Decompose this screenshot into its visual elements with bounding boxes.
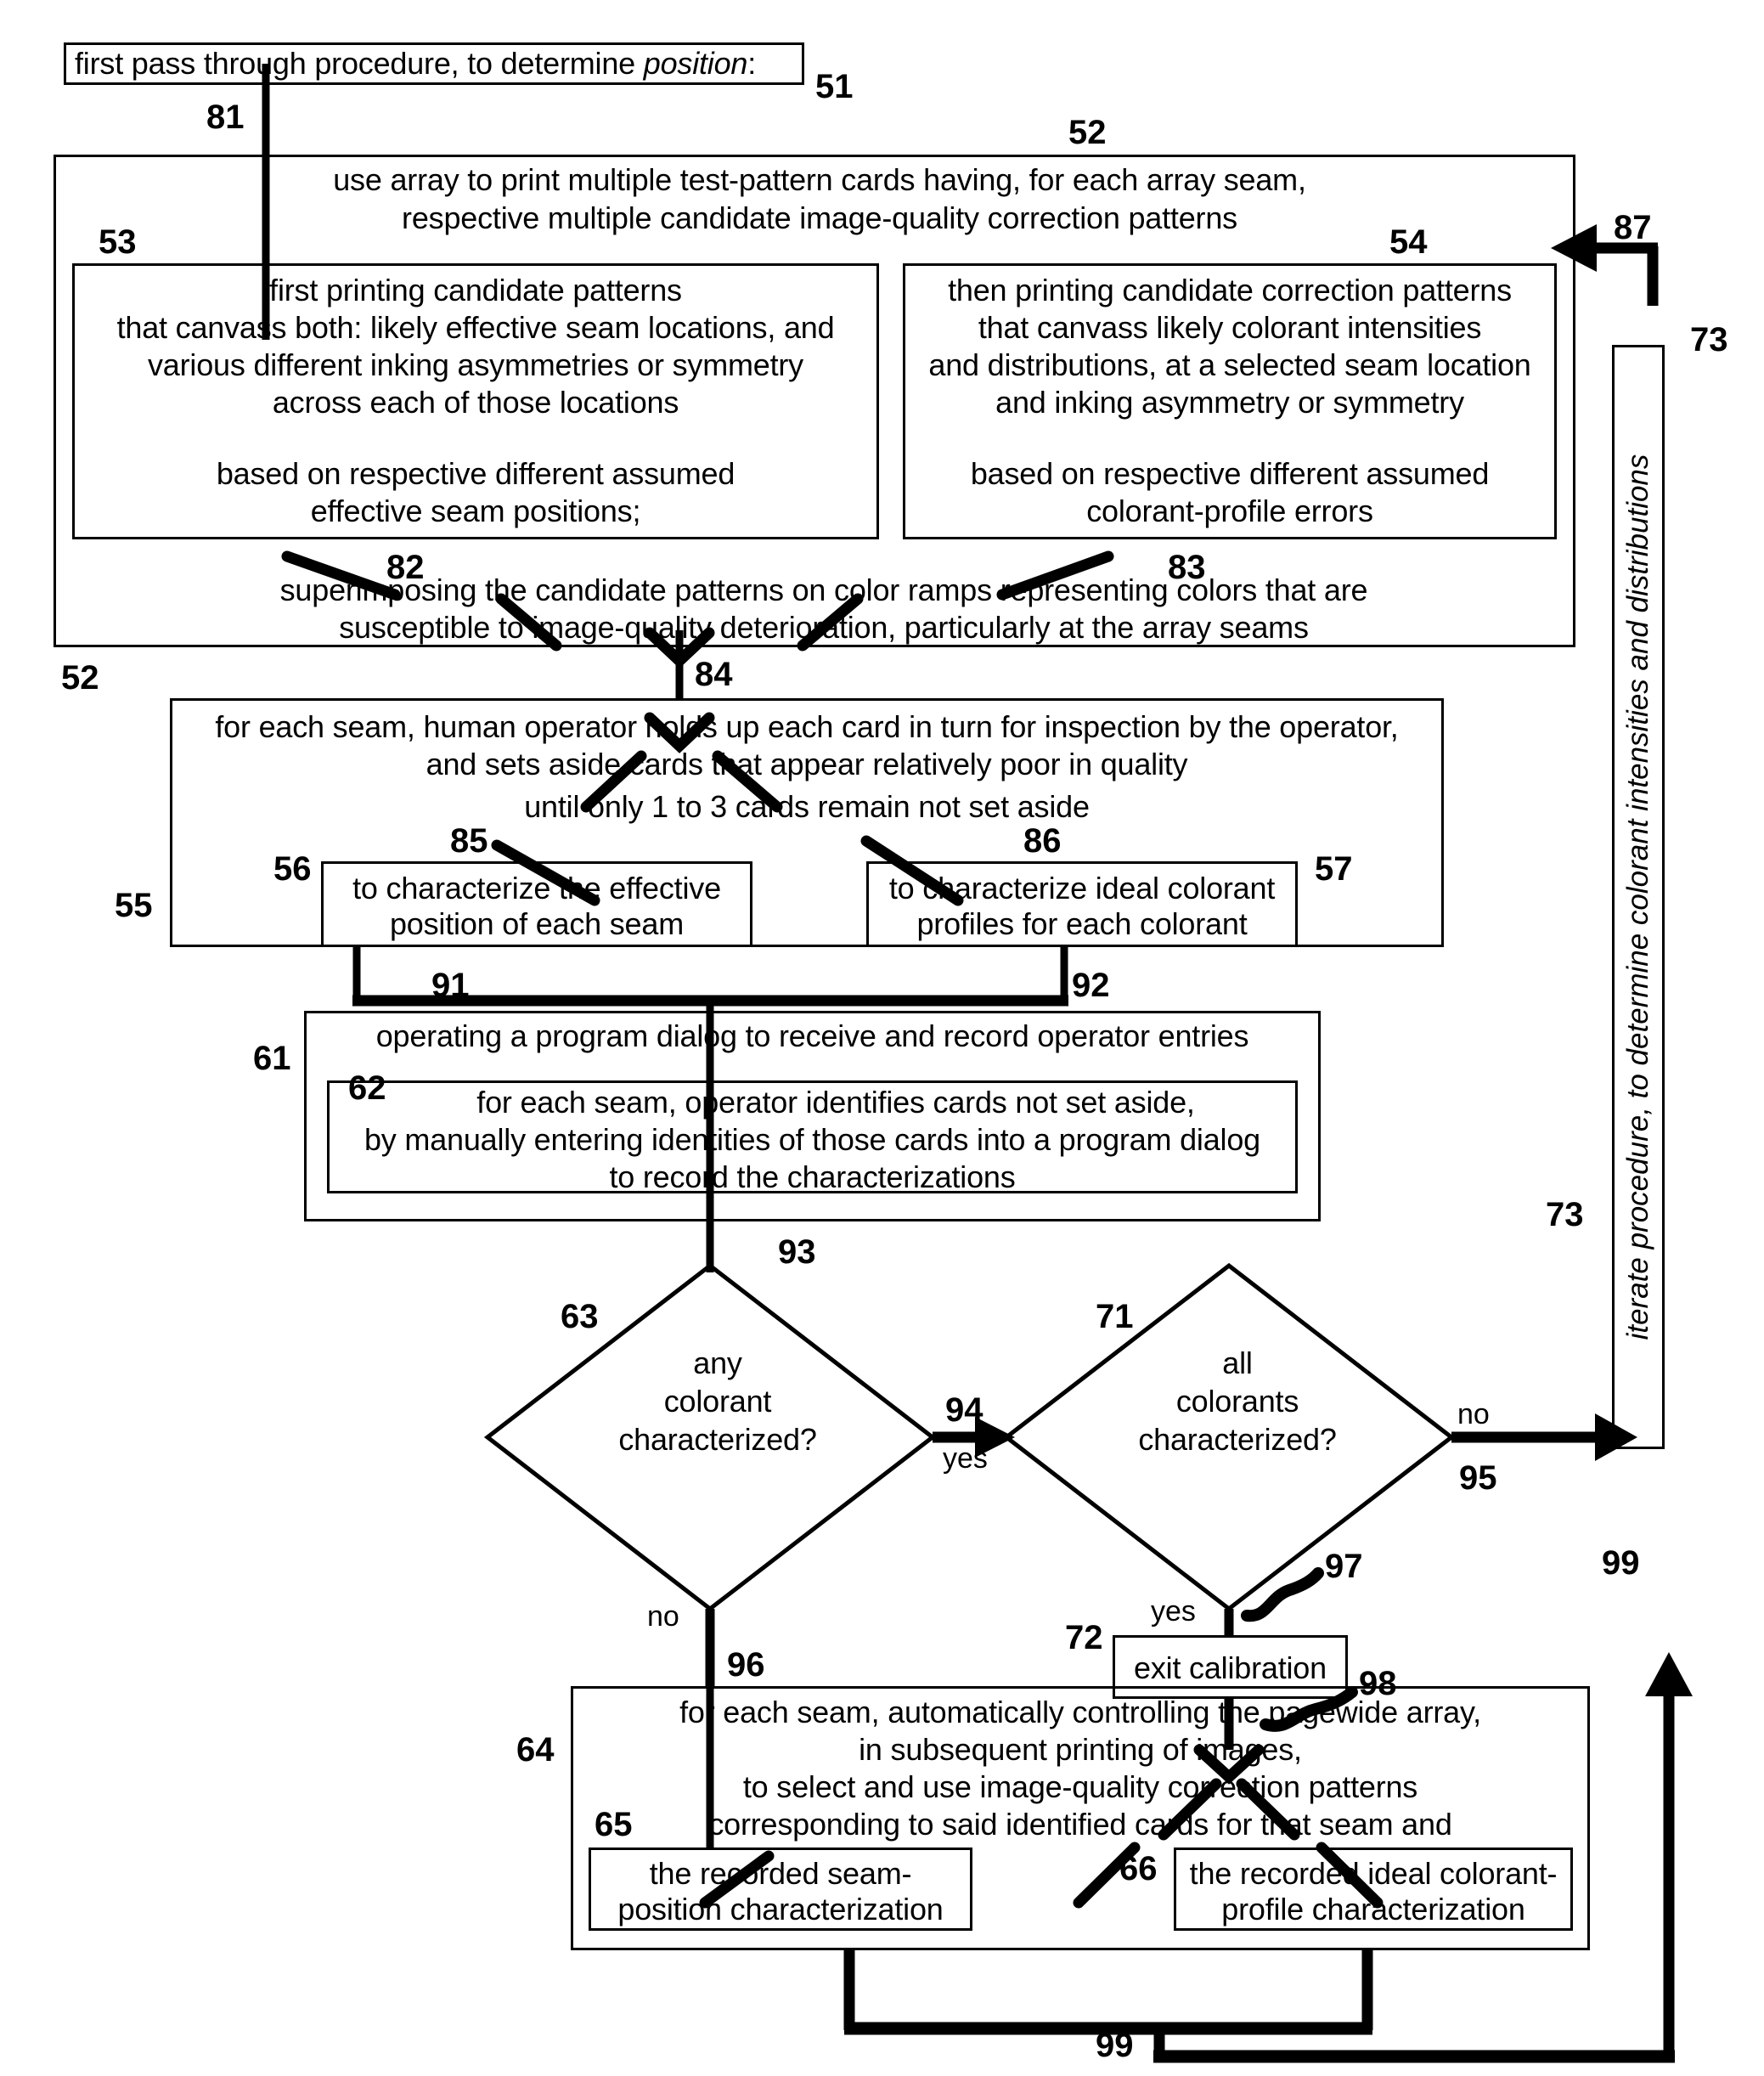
node-62-line3: to record the characterizations xyxy=(609,1159,1016,1194)
ref-num-92: 92 xyxy=(1072,967,1110,1004)
ref-num-71: 71 xyxy=(1096,1298,1134,1335)
node-52-header-line2: respective multiple candidate image-qual… xyxy=(402,200,1237,235)
node-64-line3: to select and use image-quality correcti… xyxy=(742,1769,1418,1804)
node-52-header-line1: use array to print multiple test-pattern… xyxy=(333,162,1306,197)
ref-num-56: 56 xyxy=(273,850,312,888)
node-52-footer-line1: superimposing the candidate patterns on … xyxy=(279,573,1368,607)
ref-num-87: 87 xyxy=(1614,209,1652,246)
node-54-line4: and inking asymmetry or symmetry xyxy=(995,385,1464,420)
node-55-line1: for each seam, human operator holds up e… xyxy=(215,709,1399,744)
node-51-text-italic: position xyxy=(643,46,748,81)
ref-num-83: 83 xyxy=(1168,549,1206,586)
node-73-text-italic: colorant intensities and distributions xyxy=(1621,454,1654,926)
ref-num-93: 93 xyxy=(778,1233,816,1271)
node-51-title-box[interactable]: first pass through procedure, to determi… xyxy=(64,42,804,85)
node-64-line2: in subsequent printing of images, xyxy=(859,1732,1302,1767)
ref-num-52-top: 52 xyxy=(1068,114,1107,151)
ref-num-99-mid: 99 xyxy=(1602,1544,1640,1582)
node-55-line2: and sets aside cards that appear relativ… xyxy=(426,747,1188,781)
ref-num-94: 94 xyxy=(945,1391,983,1429)
ref-num-55: 55 xyxy=(115,887,153,924)
node-53-line5: based on respective different assumed xyxy=(216,456,735,491)
node-53-line6: effective seam positions; xyxy=(310,494,641,528)
node-71-line1: all xyxy=(1222,1345,1253,1380)
ref-num-85: 85 xyxy=(450,822,488,860)
edge-label-yes-63: yes xyxy=(943,1442,988,1475)
ref-num-64: 64 xyxy=(516,1731,555,1769)
node-52-footer-line2: susceptible to image-quality deteriorati… xyxy=(339,610,1309,645)
ref-num-99-bottom: 99 xyxy=(1096,2027,1134,2064)
node-55-line3: until only 1 to 3 cards remain not set a… xyxy=(524,789,1090,824)
node-51-text-tail: : xyxy=(747,46,757,81)
ref-num-52-bottom: 52 xyxy=(61,659,99,697)
node-66-line1: the recorded ideal colorant- xyxy=(1189,1856,1558,1891)
edge-label-no-63: no xyxy=(647,1600,679,1633)
node-56-line1: to characterize the effective xyxy=(352,871,721,905)
ref-num-53: 53 xyxy=(99,223,137,261)
node-66-line2: profile characterization xyxy=(1221,1892,1525,1927)
node-73-text-plain: iterate procedure, to determine xyxy=(1621,925,1654,1340)
ref-num-72: 72 xyxy=(1065,1619,1103,1656)
node-53-line2: that canvass both: likely effective seam… xyxy=(116,310,835,345)
ref-num-84: 84 xyxy=(695,656,733,693)
ref-num-91: 91 xyxy=(431,967,470,1004)
patent-flowchart: first pass through procedure, to determi… xyxy=(0,0,1764,2076)
node-57-line1: to characterize ideal colorant xyxy=(888,871,1276,905)
node-65-line1: the recorded seam- xyxy=(649,1856,912,1891)
edge-label-yes-71: yes xyxy=(1151,1595,1196,1628)
ref-num-81: 81 xyxy=(206,99,245,136)
node-62-line2: by manually entering identities of those… xyxy=(364,1122,1260,1157)
node-53-line3: various different inking asymmetries or … xyxy=(148,347,803,382)
node-73-text: iterate procedure, to determine colorant… xyxy=(1621,454,1655,1340)
node-54-line2: that canvass likely colorant intensities xyxy=(978,310,1482,345)
node-73-box[interactable]: iterate procedure, to determine colorant… xyxy=(1612,345,1665,1449)
node-71-line3: characterized? xyxy=(1138,1422,1337,1457)
node-54-line5: based on respective different assumed xyxy=(970,456,1490,491)
node-63-line1: any xyxy=(693,1345,742,1380)
ref-num-73-bottom: 73 xyxy=(1546,1196,1584,1233)
ref-num-66: 66 xyxy=(1119,1850,1158,1887)
ref-num-57: 57 xyxy=(1315,850,1353,888)
node-63-line2: colorant xyxy=(663,1384,772,1419)
node-51-text: first pass through procedure, to determi… xyxy=(66,46,802,81)
node-64-line4: corresponding to said identified cards f… xyxy=(708,1807,1452,1842)
ref-num-95: 95 xyxy=(1459,1459,1497,1497)
ref-num-73-top: 73 xyxy=(1690,321,1728,358)
node-64-line1: for each seam, automatically controlling… xyxy=(679,1695,1481,1729)
node-71-line2: colorants xyxy=(1175,1384,1299,1419)
node-54-line6: colorant-profile errors xyxy=(1086,494,1373,528)
ref-num-86: 86 xyxy=(1023,822,1062,860)
ref-num-82: 82 xyxy=(386,549,425,586)
node-65-line2: position characterization xyxy=(617,1892,944,1927)
ref-num-97: 97 xyxy=(1325,1548,1363,1585)
node-54-line3: and distributions, at a selected seam lo… xyxy=(928,347,1531,382)
node-63-line3: characterized? xyxy=(618,1422,817,1457)
node-62-line1: for each seam, operator identifies cards… xyxy=(476,1085,1195,1120)
node-53-line1: first printing candidate patterns xyxy=(269,273,682,307)
ref-num-63: 63 xyxy=(561,1298,599,1335)
node-61-line1: operating a program dialog to receive an… xyxy=(375,1018,1249,1053)
ref-num-65: 65 xyxy=(595,1806,633,1843)
edge-label-no-71: no xyxy=(1457,1398,1490,1430)
ref-num-61: 61 xyxy=(253,1040,291,1077)
node-51-text-plain: first pass through procedure, to determi… xyxy=(75,46,644,81)
node-54-line1: then printing candidate correction patte… xyxy=(948,273,1512,307)
ref-num-51: 51 xyxy=(815,68,854,105)
node-56-line2: position of each seam xyxy=(389,906,684,941)
node-53-line4: across each of those locations xyxy=(272,385,679,420)
ref-num-96: 96 xyxy=(727,1646,765,1684)
ref-num-54: 54 xyxy=(1389,223,1428,261)
node-57-line2: profiles for each colorant xyxy=(916,906,1248,941)
node-72-line1: exit calibration xyxy=(1134,1650,1327,1685)
